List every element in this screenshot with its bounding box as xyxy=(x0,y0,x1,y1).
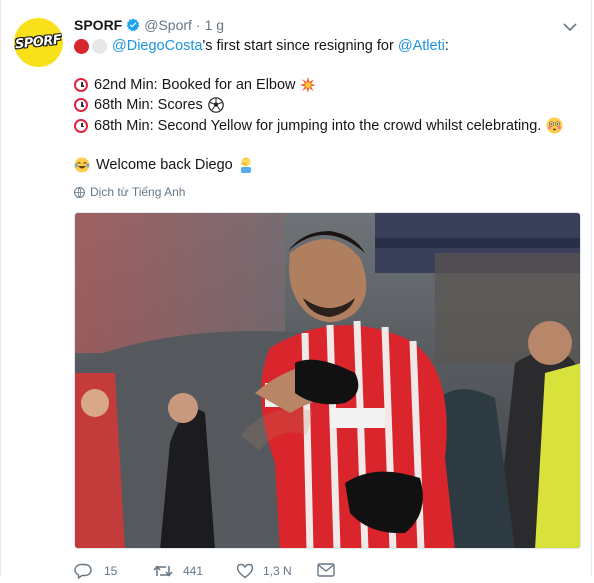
tweet-card[interactable]: SPORF SPORF @Sporf · 1 g @DiegoCosta 's … xyxy=(0,0,592,579)
event-item-2: 68th Min: Scores xyxy=(94,97,203,113)
timestamp[interactable]: 1 g xyxy=(205,17,224,33)
tweet-actions: 15 441 1,3 N xyxy=(74,563,374,583)
reply-count: 15 xyxy=(104,564,118,578)
avatar[interactable]: SPORF xyxy=(14,18,63,67)
tweet-text-line-2: 62nd Min: Booked for an Elbow xyxy=(74,77,316,93)
verified-badge-icon xyxy=(126,18,140,32)
red-circle-emoji xyxy=(74,38,89,54)
laughing-tears-emoji xyxy=(74,157,90,173)
tweet-text-line-5: Welcome back Diego xyxy=(74,156,254,173)
retweet-count: 441 xyxy=(183,564,204,578)
alarm-clock-emoji xyxy=(74,78,88,92)
avatar-logo-text: SPORF xyxy=(14,32,63,53)
globe-icon xyxy=(74,186,85,198)
facepalm-emoji xyxy=(238,156,254,173)
tweet-text-line-3: 68th Min: Scores xyxy=(74,97,224,113)
collision-emoji xyxy=(299,77,316,93)
alarm-clock-emoji xyxy=(74,118,88,133)
closing-text: Welcome back Diego xyxy=(96,156,233,173)
alarm-clock-emoji xyxy=(74,98,88,112)
message-button[interactable] xyxy=(317,563,335,577)
soccer-ball-emoji xyxy=(208,97,224,113)
photo-football-player xyxy=(75,213,580,548)
translate-link[interactable]: Dịch từ Tiếng Anh xyxy=(74,185,185,199)
flushed-face-emoji xyxy=(546,117,563,134)
event-item-1: 62nd Min: Booked for an Elbow xyxy=(94,77,296,93)
event-item-3: 68th Min: Second Yellow for jumping into… xyxy=(94,117,542,134)
tweet-text-colon: : xyxy=(444,38,449,54)
tweet-text-middle: 's first start since resigning for xyxy=(202,38,398,54)
tweet-photo[interactable] xyxy=(74,212,581,549)
tweet-header: SPORF @Sporf · 1 g xyxy=(74,16,224,34)
message-icon xyxy=(317,563,335,577)
like-count: 1,3 N xyxy=(263,564,292,578)
display-name[interactable]: SPORF xyxy=(74,17,122,33)
mention-diegocosta[interactable]: @DiegoCosta xyxy=(112,38,202,54)
tweet-text-line-1: @DiegoCosta 's first start since resigni… xyxy=(74,38,449,54)
tweet-text-line-4: 68th Min: Second Yellow for jumping into… xyxy=(74,117,563,134)
white-circle-emoji xyxy=(92,38,107,54)
user-handle[interactable]: @Sporf xyxy=(144,17,192,33)
translate-label[interactable]: Dịch từ Tiếng Anh xyxy=(90,185,185,199)
mention-atleti[interactable]: @Atleti xyxy=(398,38,445,54)
separator-dot: · xyxy=(195,17,201,33)
chevron-down-icon[interactable] xyxy=(563,19,577,37)
